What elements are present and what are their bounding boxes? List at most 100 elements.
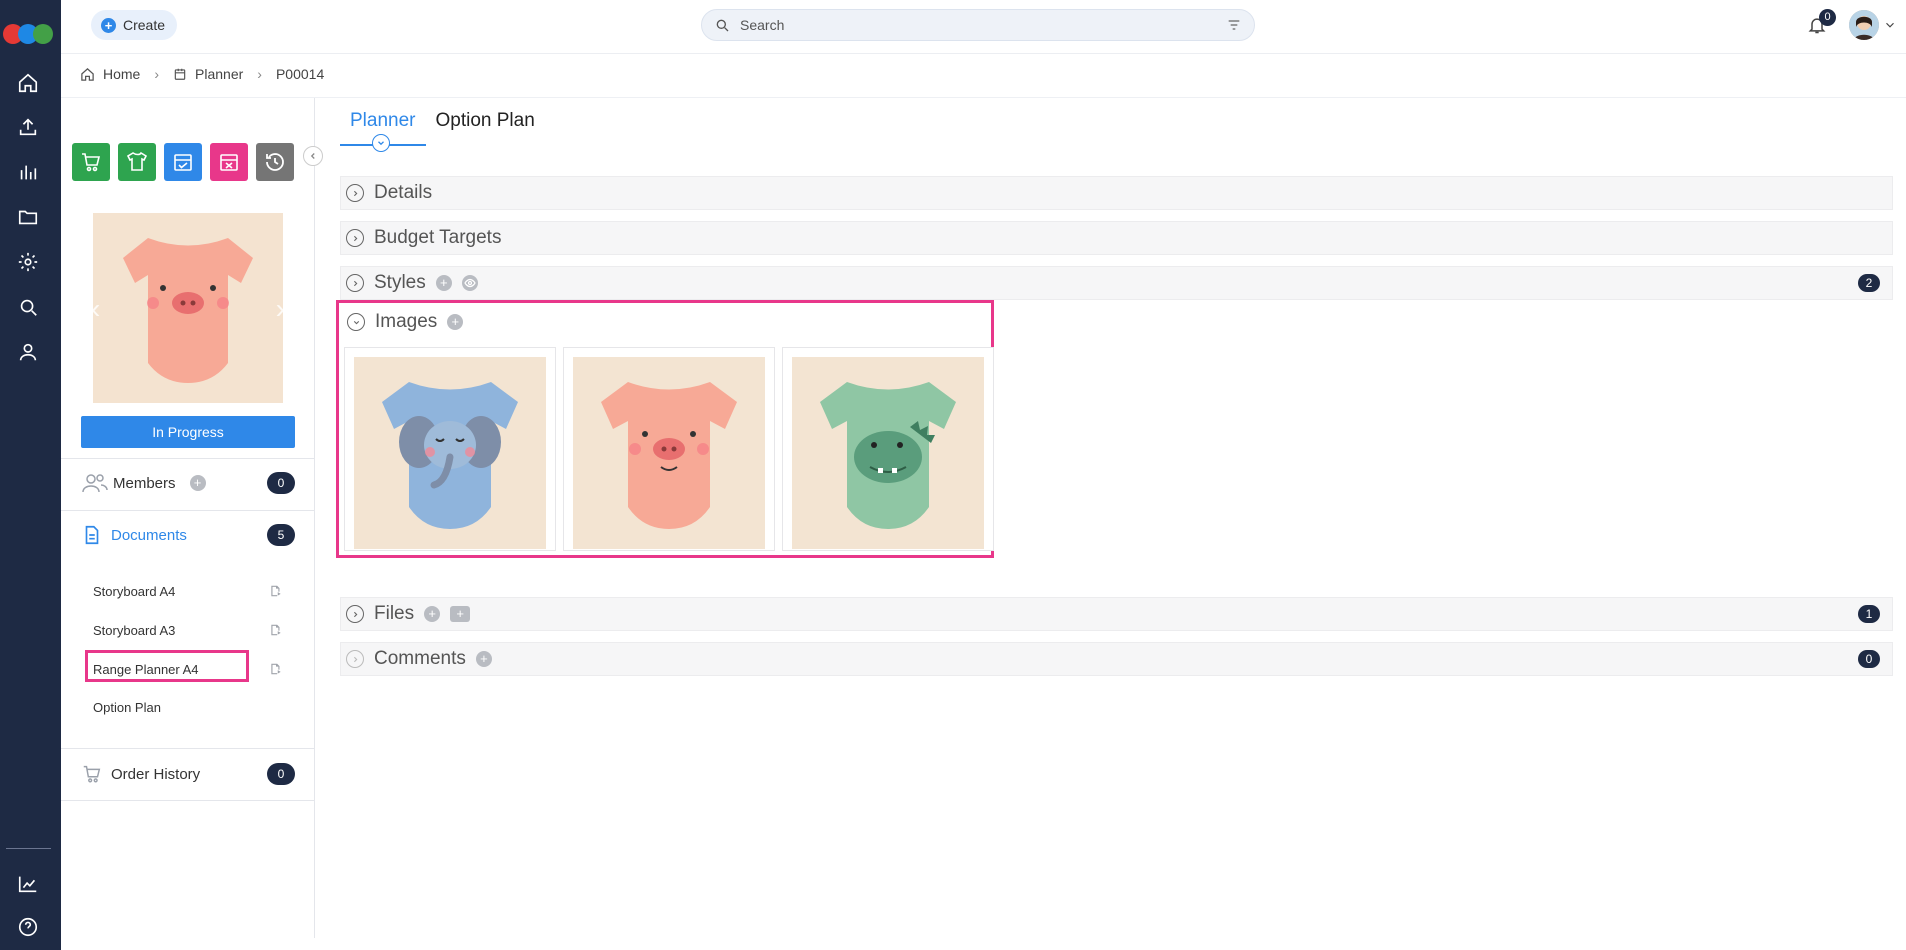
document-icon (85, 525, 99, 545)
image-thumbnail[interactable] (563, 347, 775, 551)
image-thumbnail[interactable] (782, 347, 994, 551)
section-title: Files (374, 603, 415, 624)
comments-section[interactable]: Comments + 0 (340, 642, 1893, 676)
chevron-right-icon[interactable] (346, 229, 364, 247)
files-section[interactable]: Files + + 1 (340, 597, 1893, 631)
top-bar: + Create Search 0 (61, 0, 1906, 54)
chevron-right-icon[interactable]: › (276, 293, 283, 325)
history-icon (266, 153, 284, 171)
home-icon (81, 67, 94, 81)
create-button[interactable]: + Create (91, 10, 178, 40)
documents-count-badge: 5 (267, 524, 295, 546)
add-file-icon[interactable]: + (424, 606, 441, 622)
calendar-check-button[interactable] (164, 143, 202, 181)
chevron-right-icon[interactable] (346, 274, 364, 292)
chevron-down-icon[interactable] (347, 313, 365, 331)
add-folder-icon[interactable]: + (450, 606, 471, 622)
gear-icon[interactable] (16, 250, 40, 274)
calendar-check-icon (174, 154, 192, 171)
folder-icon[interactable] (16, 205, 40, 229)
chevron-right-icon[interactable] (346, 184, 364, 202)
cart-add-icon (82, 153, 101, 172)
add-style-icon[interactable]: + (435, 275, 452, 291)
styles-section[interactable]: Styles + 2 (340, 266, 1893, 300)
document-item[interactable]: Option Plan (93, 696, 283, 718)
document-label: Storyboard A4 (93, 583, 176, 599)
document-label: Storyboard A3 (93, 622, 176, 638)
section-title: Images (375, 311, 438, 332)
calendar-icon (174, 68, 186, 80)
shirt-add-button[interactable] (118, 143, 156, 181)
calendar-remove-icon (220, 154, 238, 171)
breadcrumb-divider (61, 97, 1906, 98)
tab-label: Option Plan (435, 110, 535, 131)
images-header[interactable]: Images + (347, 311, 464, 333)
document-item[interactable]: Storyboard A4 (93, 580, 283, 602)
home-icon[interactable] (16, 71, 40, 95)
details-section[interactable]: Details (340, 176, 1893, 210)
export-icon[interactable] (269, 662, 283, 676)
add-image-icon[interactable]: + (447, 314, 464, 330)
help-icon[interactable] (16, 915, 40, 939)
breadcrumb-planner[interactable]: Planner (195, 66, 243, 82)
section-title: Styles (374, 272, 426, 293)
collapse-panel-button[interactable] (303, 146, 323, 166)
upload-icon[interactable] (16, 115, 40, 139)
filter-icon[interactable] (1226, 17, 1242, 33)
rail-divider (6, 848, 51, 849)
members-count-badge: 0 (267, 472, 295, 494)
app-logo[interactable] (3, 24, 57, 44)
order-history-count-badge: 0 (267, 763, 295, 785)
add-comment-icon[interactable]: + (475, 651, 492, 667)
history-button[interactable] (256, 143, 294, 181)
breadcrumb-home[interactable]: Home (103, 66, 140, 82)
export-icon[interactable] (269, 584, 283, 598)
divider (61, 458, 315, 459)
chevron-left-icon[interactable]: ‹ (93, 293, 100, 325)
styles-count-badge: 2 (1858, 274, 1880, 292)
chevron-right-icon[interactable] (346, 650, 364, 668)
notifications-button[interactable]: 0 (1807, 9, 1836, 38)
breadcrumb-current: P00014 (275, 66, 325, 82)
avatar[interactable] (1849, 10, 1879, 40)
export-icon[interactable] (269, 623, 283, 637)
tab-option-plan[interactable]: Option Plan (426, 100, 545, 146)
image-thumbnail[interactable] (344, 347, 556, 551)
files-count-badge: 1 (1858, 605, 1880, 623)
chevron-left-icon (310, 153, 315, 159)
search-icon (716, 19, 729, 32)
images-section: Images + (336, 300, 994, 558)
budget-targets-section[interactable]: Budget Targets (340, 221, 1893, 255)
section-title: Comments (374, 648, 466, 669)
main-tabs: Planner Option Plan (340, 100, 545, 152)
user-icon[interactable] (16, 340, 40, 364)
search-icon[interactable] (16, 295, 40, 319)
report-icon[interactable] (16, 872, 40, 896)
section-title: Details (374, 182, 433, 203)
notification-count-badge: 0 (1819, 9, 1836, 26)
chevron-down-icon (372, 134, 390, 152)
order-history-row[interactable]: Order History 0 (81, 760, 295, 788)
left-panel: ‹ › In Progress Members + 0 Documents 5 … (61, 98, 323, 938)
chevron-right-icon[interactable] (346, 605, 364, 623)
search-input[interactable]: Search (740, 17, 1226, 33)
highlight-box (85, 650, 249, 682)
eye-icon[interactable] (461, 275, 478, 291)
divider (61, 510, 315, 511)
status-button[interactable]: In Progress (81, 416, 295, 448)
document-item[interactable]: Storyboard A3 (93, 619, 283, 641)
bar-chart-icon[interactable] (16, 160, 40, 184)
app-sidebar (0, 0, 61, 950)
search-bar[interactable]: Search (701, 9, 1255, 41)
add-member-icon[interactable]: + (189, 475, 206, 491)
documents-row[interactable]: Documents 5 (81, 521, 295, 549)
members-label: Members (113, 474, 176, 492)
calendar-remove-button[interactable] (210, 143, 248, 181)
members-row[interactable]: Members + 0 (81, 469, 295, 497)
tab-planner[interactable]: Planner (340, 100, 426, 152)
breadcrumb: Home › Planner › P00014 (80, 66, 324, 82)
comments-count-badge: 0 (1858, 650, 1880, 668)
cart-add-button[interactable] (72, 143, 110, 181)
chevron-down-icon[interactable] (1883, 18, 1897, 32)
plus-icon: + (101, 17, 116, 33)
